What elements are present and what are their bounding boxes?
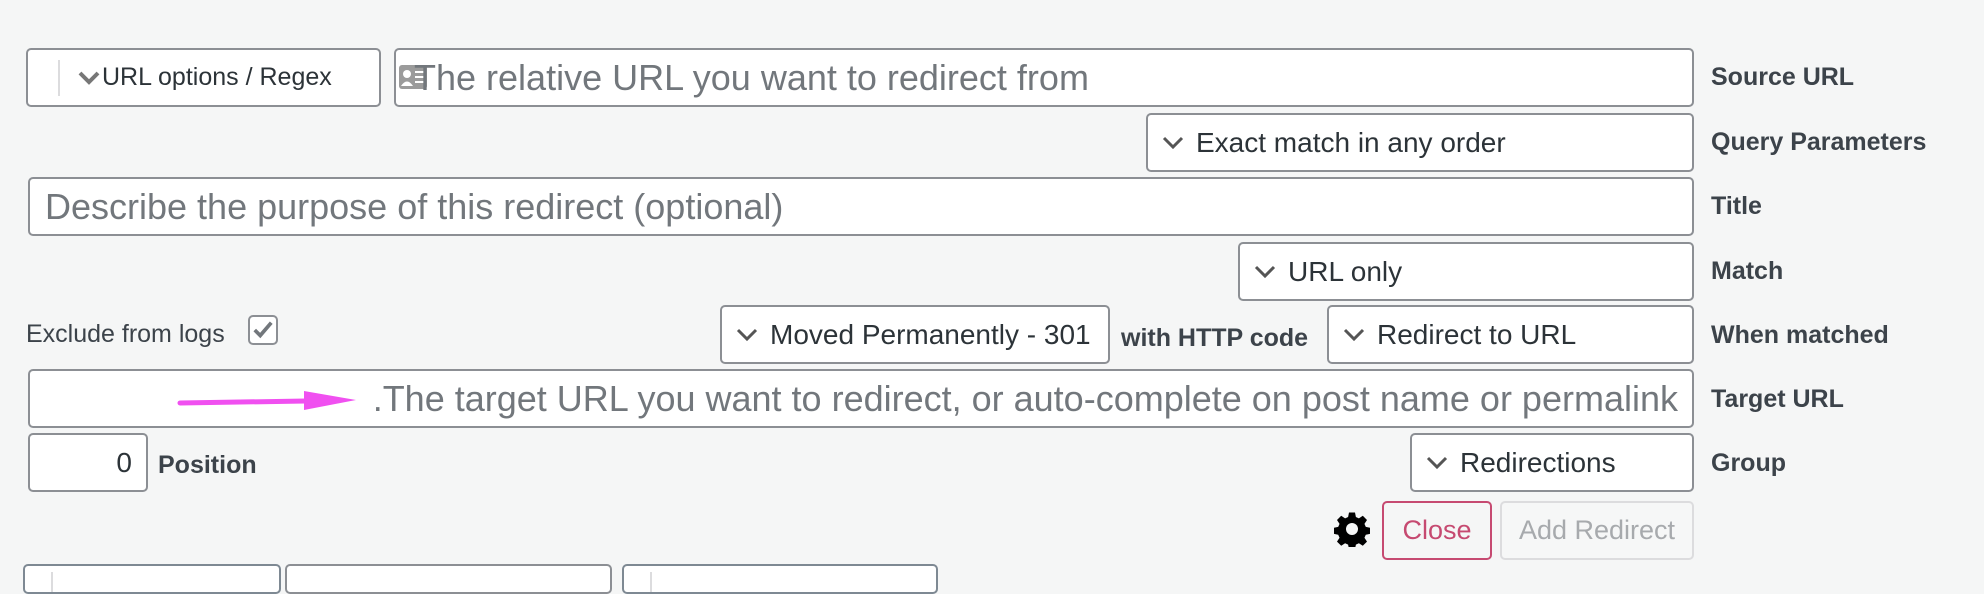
chevron-down-icon — [1426, 456, 1448, 469]
chevron-down-icon — [78, 71, 100, 85]
gear-icon[interactable] — [1334, 511, 1370, 547]
action-value: Redirect to URL — [1377, 318, 1577, 350]
action-select[interactable]: Redirect to URL — [1327, 305, 1694, 364]
source-url-placeholder: The relative URL you want to redirect fr… — [414, 56, 1089, 98]
query-parameters-label: Query Parameters — [1711, 128, 1927, 156]
target-url-placeholder: .The target URL you want to redirect, or… — [372, 377, 1678, 419]
bottom-input-2[interactable] — [285, 564, 612, 594]
group-value: Redirections — [1460, 446, 1616, 478]
select-divider — [650, 572, 652, 592]
chevron-down-icon — [1254, 265, 1276, 278]
url-options-select[interactable]: URL options / Regex — [26, 48, 381, 107]
http-code-label: with HTTP code — [1121, 324, 1309, 352]
position-input[interactable]: 0 — [28, 433, 148, 492]
bottom-select-3[interactable] — [622, 564, 938, 594]
source-url-label: Source URL — [1711, 63, 1855, 91]
http-code-select[interactable]: Moved Permanently - 301 — [720, 305, 1110, 364]
match-value: URL only — [1288, 255, 1403, 287]
query-parameters-value: Exact match in any order — [1196, 126, 1506, 158]
title-input[interactable]: Describe the purpose of this redirect (o… — [28, 177, 1694, 236]
chevron-down-icon — [1343, 328, 1365, 341]
chevron-down-icon — [1162, 136, 1184, 149]
position-label: Position — [158, 451, 257, 479]
bottom-select-1[interactable] — [23, 564, 281, 594]
exclude-from-logs-label: Exclude from logs — [26, 320, 225, 348]
when-matched-label: When matched — [1711, 321, 1889, 349]
close-button[interactable]: Close — [1382, 501, 1492, 560]
target-url-label: Target URL — [1711, 385, 1844, 413]
add-redirect-button[interactable]: Add Redirect — [1500, 501, 1694, 560]
checkmark-icon — [253, 321, 273, 339]
select-divider — [58, 60, 60, 96]
url-options-value: URL options / Regex — [102, 63, 332, 91]
position-value: 0 — [116, 447, 132, 478]
match-label: Match — [1711, 257, 1784, 285]
select-divider — [51, 572, 53, 592]
title-label: Title — [1711, 192, 1762, 220]
group-label: Group — [1711, 449, 1786, 477]
group-select[interactable]: Redirections — [1410, 433, 1694, 492]
source-url-input[interactable]: The relative URL you want to redirect fr… — [394, 48, 1694, 107]
http-code-value: Moved Permanently - 301 — [770, 318, 1091, 350]
query-parameters-select[interactable]: Exact match in any order — [1146, 113, 1694, 172]
title-placeholder: Describe the purpose of this redirect (o… — [45, 185, 784, 227]
match-select[interactable]: URL only — [1238, 242, 1694, 301]
exclude-from-logs-checkbox[interactable] — [248, 315, 278, 345]
annotation-arrow-icon — [177, 391, 356, 410]
chevron-down-icon — [736, 328, 758, 341]
